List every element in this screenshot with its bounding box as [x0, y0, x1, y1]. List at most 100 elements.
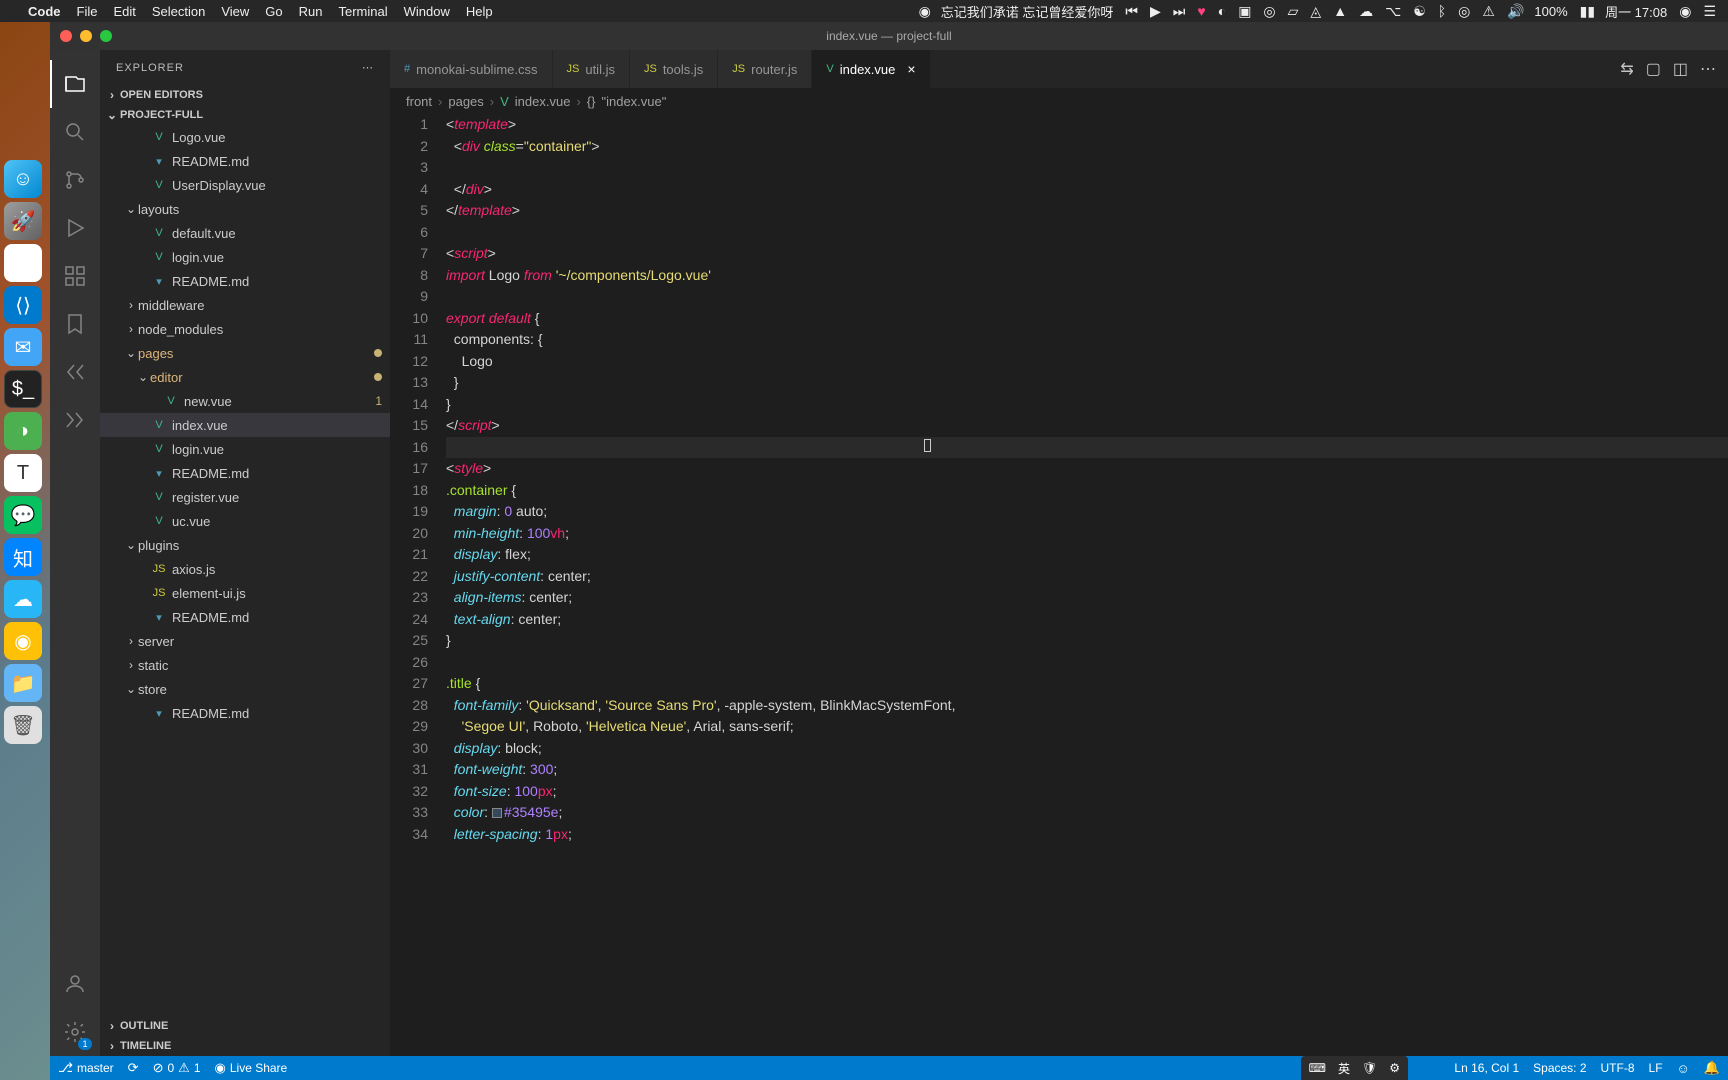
status-icon-1[interactable]: ◐ — [1218, 3, 1226, 19]
notification-center-icon[interactable]: ☰ — [1703, 3, 1716, 20]
ime-settings-icon[interactable]: ⚙ — [1389, 1061, 1400, 1075]
split-editor-icon[interactable]: ◫ — [1673, 59, 1688, 79]
dock-trash[interactable]: 🗑 — [4, 706, 42, 744]
breadcrumb-item[interactable]: front — [406, 94, 432, 109]
tab-index.vue[interactable]: Vindex.vue× — [812, 50, 930, 88]
menu-terminal[interactable]: Terminal — [339, 4, 388, 19]
window-titlebar[interactable]: index.vue — project-full — [50, 22, 1728, 50]
code-line[interactable]: justify-content: center; — [446, 566, 1728, 588]
dock-terminal[interactable]: $_ — [4, 370, 42, 408]
code-line[interactable]: import Logo from '~/components/Logo.vue' — [446, 265, 1728, 287]
section-outline[interactable]: › OUTLINE — [100, 1016, 390, 1036]
file-README.md[interactable]: ▾README.md — [100, 605, 390, 629]
menu-run[interactable]: Run — [299, 4, 323, 19]
heart-icon[interactable]: ♥ — [1197, 3, 1205, 19]
folder-middleware[interactable]: ›middleware — [100, 293, 390, 317]
dock-app-green[interactable]: ◑ — [4, 412, 42, 450]
bluetooth-icon[interactable]: ᛒ — [1438, 3, 1446, 19]
file-README.md[interactable]: ▾README.md — [100, 701, 390, 725]
file-element-ui.js[interactable]: JSelement-ui.js — [100, 581, 390, 605]
sb-bell[interactable]: 🔔 — [1704, 1060, 1720, 1076]
activity-extensions[interactable] — [50, 252, 100, 300]
code-line[interactable]: letter-spacing: 1px; — [446, 824, 1728, 846]
code-line[interactable]: 'Segoe UI', Roboto, 'Helvetica Neue', Ar… — [446, 716, 1728, 738]
sb-position[interactable]: Ln 16, Col 1 — [1454, 1061, 1519, 1075]
status-icon-9[interactable]: ☯ — [1413, 3, 1426, 20]
code-line[interactable] — [446, 437, 1728, 459]
media-play-icon[interactable]: ▶ — [1150, 3, 1161, 20]
code-line[interactable]: font-weight: 300; — [446, 759, 1728, 781]
breadcrumb[interactable]: front › pages › V index.vue › {} "index.… — [390, 88, 1728, 114]
wifi-icon[interactable]: ⚠ — [1482, 3, 1495, 20]
sb-sync[interactable]: ⟳ — [128, 1060, 139, 1076]
activity-account[interactable] — [50, 960, 100, 1008]
now-playing[interactable]: 忘记我们承诺 忘记曾经爱你呀 — [941, 2, 1114, 21]
file-new.vue[interactable]: Vnew.vue1 — [100, 389, 390, 413]
sb-spaces[interactable]: Spaces: 2 — [1533, 1061, 1586, 1075]
dock-mail[interactable]: ✉ — [4, 328, 42, 366]
file-README.md[interactable]: ▾README.md — [100, 269, 390, 293]
status-icon-7[interactable]: ☁ — [1359, 3, 1373, 20]
media-next-icon[interactable]: ⏭ — [1173, 3, 1186, 20]
code-editor[interactable]: 1234567891011121314151617181920212223242… — [390, 114, 1728, 1056]
dock-wechat[interactable]: 💬 — [4, 496, 42, 534]
app-name[interactable]: Code — [28, 4, 61, 19]
dock-launchpad[interactable]: 🚀 — [4, 202, 42, 240]
dock-chrome[interactable]: ◉ — [4, 244, 42, 282]
tab-monokai-sublime.css[interactable]: #monokai-sublime.css — [390, 50, 553, 88]
file-axios.js[interactable]: JSaxios.js — [100, 557, 390, 581]
dock-cloud[interactable]: ☁ — [4, 580, 42, 618]
code-line[interactable]: display: flex; — [446, 544, 1728, 566]
battery-icon[interactable]: ▮▮ — [1580, 3, 1595, 20]
menu-help[interactable]: Help — [466, 4, 493, 19]
code-line[interactable]: font-size: 100px; — [446, 781, 1728, 803]
folder-editor[interactable]: ⌄editor — [100, 365, 390, 389]
code-line[interactable]: <template> — [446, 114, 1728, 136]
folder-static[interactable]: ›static — [100, 653, 390, 677]
code-line[interactable]: margin: 0 auto; — [446, 501, 1728, 523]
activity-sync-fwd[interactable] — [50, 396, 100, 444]
breadcrumb-item[interactable]: "index.vue" — [601, 94, 666, 109]
dock-finder[interactable]: ☺ — [4, 160, 42, 198]
code-line[interactable]: .container { — [446, 480, 1728, 502]
code-line[interactable]: export default { — [446, 308, 1728, 330]
code-line[interactable]: <div class="container"> — [446, 136, 1728, 158]
activity-scm[interactable] — [50, 156, 100, 204]
open-preview-icon[interactable]: ▢ — [1646, 59, 1661, 79]
code-line[interactable] — [446, 222, 1728, 244]
menu-go[interactable]: Go — [265, 4, 282, 19]
code-line[interactable]: </div> — [446, 179, 1728, 201]
code-line[interactable]: </template> — [446, 200, 1728, 222]
file-index.vue[interactable]: Vindex.vue — [100, 413, 390, 437]
file-login.vue[interactable]: Vlogin.vue — [100, 437, 390, 461]
code-line[interactable]: </script> — [446, 415, 1728, 437]
file-tree[interactable]: VLogo.vue▾README.mdVUserDisplay.vue⌄layo… — [100, 125, 390, 1016]
dock-folder[interactable]: 📁 — [4, 664, 42, 702]
folder-plugins[interactable]: ⌄plugins — [100, 533, 390, 557]
folder-pages[interactable]: ⌄pages — [100, 341, 390, 365]
sb-feedback[interactable]: ☺ — [1677, 1061, 1690, 1076]
folder-node_modules[interactable]: ›node_modules — [100, 317, 390, 341]
dock-text[interactable]: T — [4, 454, 42, 492]
activity-bookmark[interactable] — [50, 300, 100, 348]
sb-encoding[interactable]: UTF-8 — [1601, 1061, 1635, 1075]
code-line[interactable]: } — [446, 630, 1728, 652]
file-UserDisplay.vue[interactable]: VUserDisplay.vue — [100, 173, 390, 197]
code-line[interactable]: display: block; — [446, 738, 1728, 760]
menu-file[interactable]: File — [77, 4, 98, 19]
dock-zhihu[interactable]: 知 — [4, 538, 42, 576]
media-prev-icon[interactable]: ⏮ — [1125, 3, 1138, 20]
ime-bar[interactable]: ⌨ 英 🛡 ⚙ — [1301, 1056, 1408, 1080]
menu-selection[interactable]: Selection — [152, 4, 205, 19]
file-Logo.vue[interactable]: VLogo.vue — [100, 125, 390, 149]
code-line[interactable]: <style> — [446, 458, 1728, 480]
code-line[interactable] — [446, 286, 1728, 308]
status-icon-4[interactable]: ▱ — [1288, 3, 1299, 20]
file-login.vue[interactable]: Vlogin.vue — [100, 245, 390, 269]
section-open-editors[interactable]: › OPEN EDITORS — [100, 85, 390, 105]
activity-debug[interactable] — [50, 204, 100, 252]
tab-tools.js[interactable]: JStools.js — [630, 50, 718, 88]
ime-lang[interactable]: 英 — [1338, 1060, 1350, 1077]
breadcrumb-item[interactable]: pages — [448, 94, 483, 109]
status-icon-3[interactable]: ◎ — [1263, 3, 1275, 20]
